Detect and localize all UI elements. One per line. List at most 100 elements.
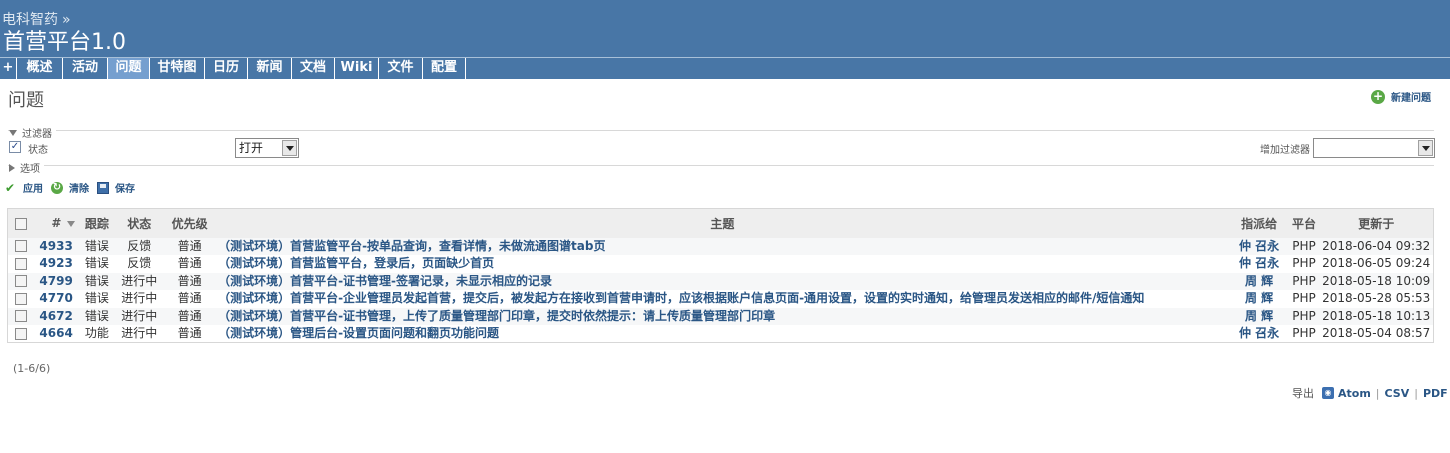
tab-issues[interactable]: 问题: [108, 58, 150, 79]
save-icon: [97, 181, 109, 194]
apply-button[interactable]: ✔ 应用: [5, 180, 43, 196]
issue-assignee-link[interactable]: 仲 召永: [1230, 325, 1289, 343]
table-row: 4799 错误 进行中 普通 （测试环境）首营平台-证书管理-签署记录，未显示相…: [7, 272, 1434, 291]
status-filter-label: 状态: [28, 145, 48, 156]
issue-assignee-link[interactable]: 周 辉: [1230, 290, 1289, 308]
status-operator-select[interactable]: 打开: [235, 138, 299, 158]
issue-subject-link[interactable]: （测试环境）首营监管平台，登录后，页面缺少首页: [215, 255, 1230, 273]
row-checkbox[interactable]: [14, 292, 27, 305]
col-header-priority[interactable]: 优先级: [164, 209, 215, 238]
issue-tracker: 错误: [84, 308, 109, 323]
tab-calendar[interactable]: 日历: [205, 58, 248, 79]
row-checkbox[interactable]: [14, 310, 27, 323]
issue-status: 进行中: [121, 308, 158, 323]
tab-activity[interactable]: 活动: [63, 58, 108, 79]
export-atom-link[interactable]: Atom: [1338, 387, 1371, 400]
issue-status: 反馈: [127, 256, 152, 271]
issue-assignee-link[interactable]: 仲 召永: [1230, 255, 1289, 273]
issue-assignee-link[interactable]: 周 辉: [1230, 308, 1289, 326]
dropdown-arrow-icon: [282, 140, 297, 156]
breadcrumb-separator: »: [62, 12, 71, 28]
col-header-tracker[interactable]: 跟踪: [79, 209, 114, 238]
issue-priority: 普通: [177, 291, 202, 306]
col-header-id[interactable]: #: [33, 209, 79, 238]
issue-subject-link[interactable]: （测试环境）首营监管平台-按单品查询，查看详情，未做流通图谱tab页: [215, 238, 1230, 256]
issue-updated: 2018-06-04 09:32: [1322, 238, 1431, 253]
table-row: 4933 错误 反馈 普通 （测试环境）首营监管平台-按单品查询，查看详情，未做…: [7, 237, 1434, 256]
tab-news[interactable]: 新闻: [248, 58, 292, 79]
add-filter-select[interactable]: [1313, 138, 1435, 158]
issue-id-link[interactable]: 4923: [33, 255, 79, 273]
tab-documents[interactable]: 文档: [292, 58, 335, 79]
status-operator-value: 打开: [239, 141, 264, 155]
row-select-cell: [8, 308, 34, 326]
breadcrumb: 电科智药»: [2, 9, 71, 29]
issue-subject-link[interactable]: （测试环境）首营平台-证书管理，上传了质量管理部门印章，提交时依然提示：请上传质…: [215, 308, 1230, 326]
tab-overview[interactable]: 概述: [17, 58, 63, 79]
tab-new-object[interactable]: +: [0, 58, 17, 79]
tab-files[interactable]: 文件: [379, 58, 423, 79]
filters-legend[interactable]: 过滤器: [9, 125, 56, 140]
issue-subject-link[interactable]: （测试环境）管理后台-设置页面问题和翻页功能问题: [215, 325, 1230, 343]
save-label: 保存: [115, 184, 135, 195]
issue-id-link[interactable]: 4799: [33, 273, 79, 291]
issue-platform: PHP: [1292, 273, 1316, 288]
row-checkbox[interactable]: [14, 257, 27, 270]
issue-updated: 2018-05-18 10:13: [1322, 308, 1431, 323]
issue-subject-link[interactable]: （测试环境）首营平台-企业管理员发起首营，提交后，被发起方在接收到首营申请时，应…: [215, 290, 1230, 308]
col-header-platform[interactable]: 平台: [1289, 209, 1320, 238]
col-header-status[interactable]: 状态: [114, 209, 164, 238]
issue-subject-link[interactable]: （测试环境）首营平台-证书管理-签署记录，未显示相应的记录: [215, 273, 1230, 291]
issue-id-link[interactable]: 4933: [33, 238, 79, 256]
row-checkbox[interactable]: [14, 275, 27, 288]
apply-label: 应用: [23, 184, 43, 195]
options-divider: [8, 165, 1434, 166]
issue-platform: PHP: [1292, 256, 1316, 271]
col-header-assignee[interactable]: 指派给: [1230, 209, 1289, 238]
issue-id-link[interactable]: 4664: [33, 325, 79, 343]
issue-assignee-link[interactable]: 仲 召永: [1230, 238, 1289, 256]
export-label: 导出: [1292, 387, 1314, 400]
row-checkbox[interactable]: [14, 240, 27, 253]
main-menu: + 概述 活动 问题 甘特图 日历 新闻 文档 Wiki 文件 配置: [0, 57, 1450, 79]
query-actions: ✔ 应用 ↻ 清除 保存: [5, 180, 143, 195]
issue-status: 反馈: [127, 238, 152, 253]
issue-assignee-link[interactable]: 周 辉: [1230, 273, 1289, 291]
row-select-cell: [8, 255, 34, 273]
tab-wiki[interactable]: Wiki: [335, 58, 379, 79]
select-all-checkbox[interactable]: [14, 217, 27, 230]
dropdown-arrow-icon: [1418, 140, 1433, 156]
col-header-subject[interactable]: 主题: [215, 209, 1230, 238]
export-csv-link[interactable]: CSV: [1385, 387, 1410, 400]
issue-platform: PHP: [1292, 238, 1316, 253]
header: 电科智药» 首营平台1.0: [0, 0, 1450, 57]
col-header-updated[interactable]: 更新于: [1319, 209, 1433, 238]
save-button[interactable]: 保存: [97, 180, 135, 195]
tab-settings[interactable]: 配置: [423, 58, 466, 79]
project-title: 首营平台1.0: [3, 30, 126, 55]
tab-gantt[interactable]: 甘特图: [150, 58, 205, 79]
status-filter-checkbox[interactable]: ✓: [9, 141, 21, 153]
filters-divider: [8, 130, 1434, 131]
issue-tracker: 错误: [84, 291, 109, 306]
issue-status: 进行中: [121, 326, 158, 340]
clear-button[interactable]: ↻ 清除: [51, 180, 89, 195]
issue-id-link[interactable]: 4672: [33, 308, 79, 326]
sort-desc-icon: [67, 220, 76, 227]
row-select-cell: [8, 325, 34, 343]
table-row: 4923 错误 反馈 普通 （测试环境）首营监管平台，登录后，页面缺少首页 仲 …: [7, 255, 1434, 273]
separator: |: [1414, 386, 1418, 400]
table-row: 4770 错误 进行中 普通 （测试环境）首营平台-企业管理员发起首营，提交后，…: [7, 290, 1434, 308]
separator: |: [1375, 386, 1380, 400]
issue-updated: 2018-05-04 08:57: [1322, 326, 1431, 340]
row-checkbox[interactable]: [14, 327, 27, 340]
export-pdf-link[interactable]: PDF: [1423, 387, 1448, 400]
table-row: 4672 错误 进行中 普通 （测试环境）首营平台-证书管理，上传了质量管理部门…: [7, 307, 1434, 326]
options-legend[interactable]: 选项: [9, 160, 44, 175]
breadcrumb-root-link[interactable]: 电科智药: [2, 12, 58, 28]
issue-id-link[interactable]: 4770: [33, 290, 79, 308]
issue-platform: PHP: [1292, 308, 1316, 323]
issue-tracker: 错误: [84, 273, 109, 288]
new-issue-link[interactable]: + 新建问题: [1371, 89, 1431, 104]
issue-tracker: 错误: [84, 256, 109, 271]
